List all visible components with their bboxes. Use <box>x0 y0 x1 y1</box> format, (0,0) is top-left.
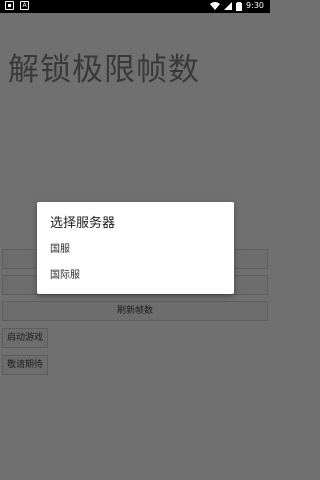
wifi-icon <box>210 2 221 10</box>
battery-icon <box>236 1 243 11</box>
stay-tuned-button[interactable]: 敬请期待 <box>2 355 49 375</box>
dialog-title: 选择服务器 <box>50 216 116 231</box>
notification-icon: ▪ <box>5 1 14 10</box>
signal-icon <box>224 2 233 10</box>
server-option-china[interactable]: 国服 <box>50 240 70 255</box>
status-bar: ▪ A 9:30 <box>0 0 270 13</box>
status-time: 9:30 <box>246 1 264 10</box>
page-title: 解锁极限帧数 <box>8 52 200 88</box>
android-notification-icon: A <box>20 1 29 10</box>
start-game-button[interactable]: 启动游戏 <box>2 328 49 348</box>
server-option-international[interactable]: 国际服 <box>50 266 80 281</box>
refresh-frames-button[interactable]: 刷新帧数 <box>2 301 268 321</box>
select-server-dialog: 选择服务器 国服 国际服 <box>37 202 234 294</box>
